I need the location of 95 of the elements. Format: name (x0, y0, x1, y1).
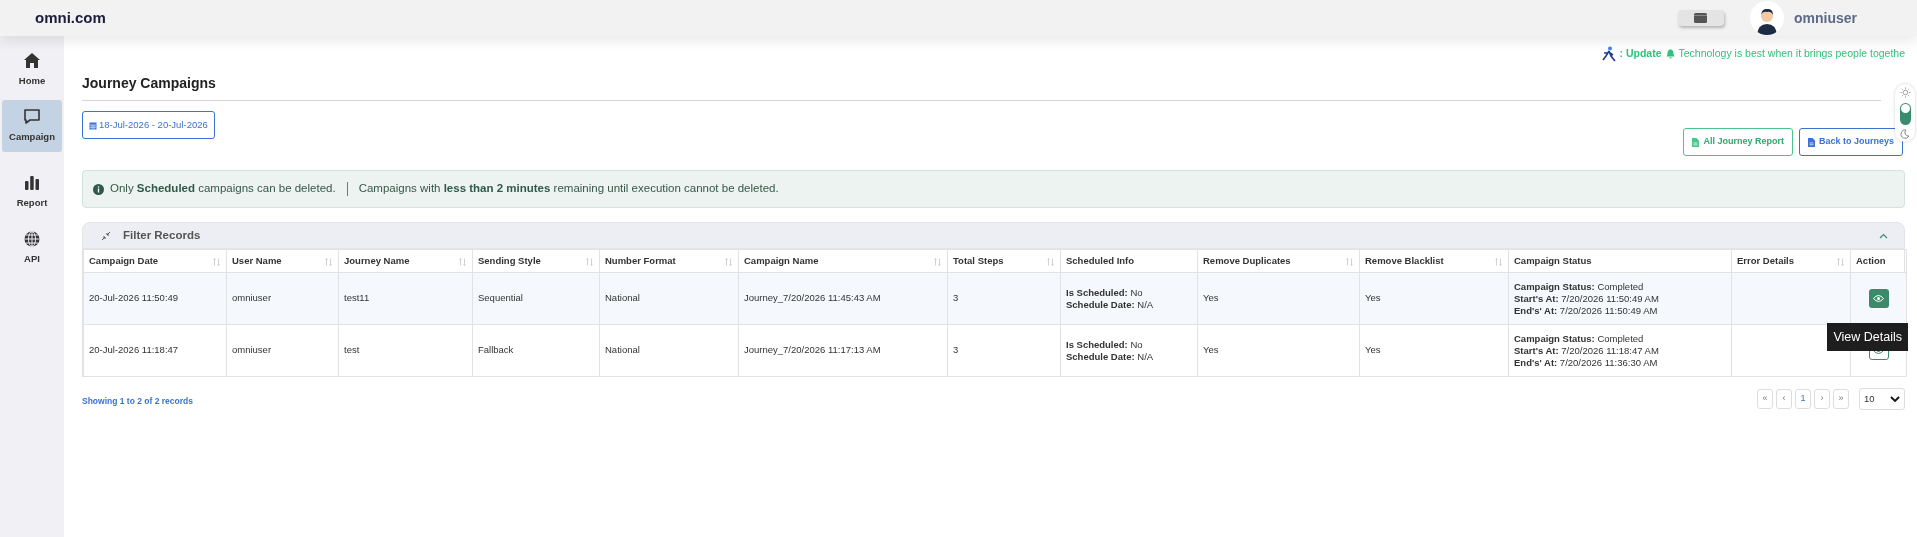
chat-icon (23, 107, 41, 126)
wallet-button[interactable] (1678, 10, 1724, 26)
sun-icon (1899, 87, 1911, 98)
filter-title: Filter Records (123, 227, 201, 243)
moon-icon (1900, 129, 1910, 139)
table-cell: Yes (1197, 272, 1360, 325)
username[interactable]: omniuser (1794, 7, 1857, 29)
page-button[interactable]: › (1814, 389, 1830, 409)
column-header[interactable]: Action (1850, 249, 1907, 273)
status-line: Start's At: 7/20/2026 11:18:47 AM (1514, 344, 1660, 357)
table-cell: Yes (1359, 272, 1509, 325)
column-header[interactable]: Error Details (1731, 249, 1851, 273)
ticker-message: Technology is best when it brings people togethe (1678, 46, 1905, 62)
table-cell: Yes (1197, 324, 1360, 377)
back-button[interactable]: Back to Journeys (1798, 128, 1903, 156)
column-header[interactable]: Campaign Date (83, 249, 227, 273)
sort-icon (725, 258, 732, 266)
column-header[interactable]: Remove Duplicates (1197, 249, 1360, 273)
bar-chart-icon (23, 173, 41, 192)
sort-icon (1495, 258, 1502, 266)
theme-toggle[interactable] (1895, 84, 1915, 142)
sort-icon (213, 258, 220, 266)
table-cell: test (338, 324, 473, 377)
column-header[interactable]: Journey Name (338, 249, 473, 273)
table-cell: 20-Jul-2026 11:18:47 (83, 324, 227, 377)
bell-icon (1665, 49, 1675, 59)
sidebar-item[interactable]: Report (2, 166, 62, 218)
view-button[interactable] (1868, 289, 1889, 308)
records-summary: Showing 1 to 2 of 2 records (82, 395, 193, 408)
page-button[interactable]: 1 (1795, 389, 1811, 409)
collapse-icon (101, 230, 111, 241)
page-title: Journey Campaigns (82, 74, 217, 93)
ticker-label: : Update (1619, 46, 1662, 62)
table-cell: 20-Jul-2026 11:50:49 (83, 272, 227, 325)
sidebar-item[interactable]: API (2, 222, 62, 274)
tooltip: View Details (1827, 323, 1908, 351)
status-line: Campaign Status: Completed (1514, 280, 1645, 293)
calendar-icon (89, 120, 97, 130)
sort-icon (325, 258, 332, 266)
column-header[interactable]: Remove Blacklist (1359, 249, 1509, 273)
table-cell: National (599, 324, 739, 377)
sort-icon (934, 258, 941, 266)
table-cell: Journey_7/20/2026 11:45:43 AM (738, 272, 948, 325)
chevron-down-icon (1890, 396, 1900, 402)
table-cell: 3 (947, 324, 1061, 377)
runner-icon (1601, 46, 1616, 62)
table-cell: Yes (1359, 324, 1509, 377)
sort-icon (1837, 258, 1844, 266)
logo[interactable]: omni.com (35, 6, 106, 30)
page-button[interactable]: « (1757, 389, 1773, 409)
date-range-button[interactable]: 18-Jul-2026 - 20-Jul-2026 (82, 111, 215, 139)
info-icon (93, 183, 104, 195)
alert-text: Campaigns with less than 2 minutes remaining until execution cannot be deleted. (358, 181, 779, 197)
column-header[interactable]: Campaign Name (738, 249, 948, 273)
document-icon (1692, 137, 1700, 147)
column-header[interactable]: Sending Style (472, 249, 600, 273)
column-header[interactable]: Total Steps (947, 249, 1061, 273)
sidebar-item[interactable]: Home (2, 44, 62, 96)
status-line: Campaign Status: Completed (1514, 332, 1645, 345)
status-line: Is Scheduled: No (1066, 338, 1144, 351)
status-line: End's' At: 7/20/2026 11:50:49 AM (1514, 304, 1659, 317)
filter-header[interactable]: Filter Records (82, 222, 1905, 249)
table-cell: Sequential (472, 272, 600, 325)
table-cell: Fallback (472, 324, 600, 377)
sort-icon (1346, 258, 1353, 266)
document-icon (1807, 137, 1815, 147)
table-cell: test11 (338, 272, 473, 325)
sidebar-item[interactable]: Campaign (2, 100, 62, 152)
avatar[interactable] (1750, 1, 1784, 35)
globe-icon (23, 229, 41, 248)
status-line: End's' At: 7/20/2026 11:36:30 AM (1514, 356, 1659, 369)
table-cell: 3 (947, 272, 1061, 325)
table-cell: omniuser (226, 324, 339, 377)
sort-icon (586, 258, 593, 266)
table-cell: National (599, 272, 739, 325)
column-header[interactable]: User Name (226, 249, 339, 273)
status-line: Start's At: 7/20/2026 11:50:49 AM (1514, 292, 1660, 305)
sort-icon (1047, 258, 1054, 266)
sort-icon (459, 258, 466, 266)
chevron-icon (1879, 232, 1888, 239)
page-button[interactable]: » (1833, 389, 1849, 409)
home-icon (23, 51, 41, 70)
table-cell: omniuser (226, 272, 339, 325)
wallet-icon (1694, 13, 1708, 23)
column-header[interactable]: Scheduled Info (1060, 249, 1198, 273)
page-button[interactable]: ‹ (1776, 389, 1792, 409)
status-line: Schedule Date: N/A (1066, 298, 1155, 311)
status-line: Schedule Date: N/A (1066, 350, 1155, 363)
column-header[interactable]: Number Format (599, 249, 739, 273)
status-line: Is Scheduled: No (1066, 286, 1144, 299)
table-cell: Journey_7/20/2026 11:17:13 AM (738, 324, 948, 377)
column-header[interactable]: Campaign Status (1508, 249, 1732, 273)
eye-icon (1873, 295, 1884, 302)
page-size-select[interactable]: 10 (1859, 388, 1905, 410)
alert-text: Only Scheduled campaigns can be deleted. (110, 181, 336, 197)
